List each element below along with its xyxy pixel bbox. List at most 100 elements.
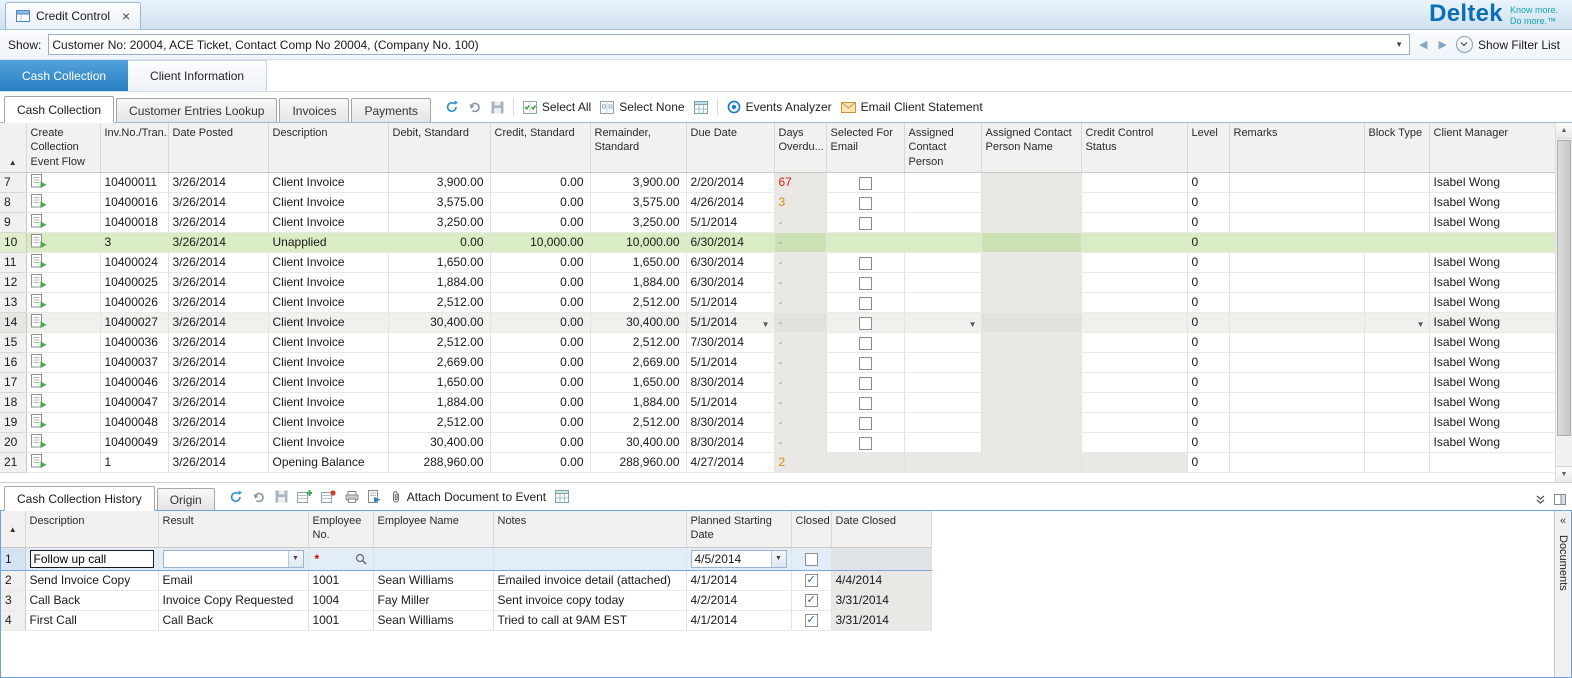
cell-assigned-contact-person-name[interactable] <box>981 232 1081 252</box>
cell-due-date[interactable]: 8/30/2014▼ <box>686 372 774 392</box>
cell-create-event-flow[interactable] <box>26 412 100 432</box>
history-grid-corner[interactable]: ▲ <box>1 511 25 547</box>
select-none-button[interactable]: Select None <box>600 100 684 114</box>
row-number[interactable]: 20 <box>0 432 26 452</box>
create-event-flow-icon[interactable] <box>31 454 47 468</box>
cell-description[interactable]: Client Invoice <box>268 352 388 372</box>
date-combobox[interactable]: 4/5/2014▼ <box>691 550 787 568</box>
cell-remarks[interactable] <box>1229 312 1364 332</box>
cell-inv-no[interactable]: 10400024 <box>100 252 168 272</box>
create-event-flow-icon[interactable] <box>31 254 47 268</box>
main-grid-col-header[interactable]: Assigned Contact Person Name <box>981 123 1081 172</box>
cell-date-posted[interactable]: 3/26/2014 <box>168 392 268 412</box>
cell-inv-no[interactable]: 10400048 <box>100 412 168 432</box>
cell-credit-control-status[interactable] <box>1081 432 1187 452</box>
cell-result[interactable]: ▼ <box>158 547 308 570</box>
cell-due-date[interactable]: 5/1/2014▼ <box>686 352 774 372</box>
row-number[interactable]: 18 <box>0 392 26 412</box>
cell-debit[interactable]: 2,512.00 <box>388 292 490 312</box>
cell-selected-for-email[interactable] <box>826 292 904 312</box>
refresh-icon[interactable] <box>445 100 459 114</box>
cell-days-overdue[interactable]: 67 <box>774 172 826 192</box>
main-grid-col-header[interactable]: Remarks <box>1229 123 1364 172</box>
cell-assigned-contact-person-name[interactable] <box>981 392 1081 412</box>
cell-date-posted[interactable]: 3/26/2014 <box>168 272 268 292</box>
cell-description[interactable]: Unapplied <box>268 232 388 252</box>
cell-client-manager[interactable]: Isabel Wong <box>1429 252 1555 272</box>
cell-create-event-flow[interactable] <box>26 292 100 312</box>
cell-client-manager[interactable]: Isabel Wong <box>1429 352 1555 372</box>
cell-level[interactable]: 0 <box>1187 332 1229 352</box>
export-icon[interactable] <box>368 490 381 503</box>
tab-client-information[interactable]: Client Information <box>128 60 267 91</box>
invoice-row[interactable]: 9104000183/26/2014Client Invoice3,250.00… <box>0 212 1555 232</box>
cell-assigned-contact-person[interactable]: ▼ <box>904 332 981 352</box>
cell-inv-no[interactable]: 3 <box>100 232 168 252</box>
due-date-dropdown-icon[interactable]: ▼ <box>762 320 770 329</box>
cell-remainder[interactable]: 1,884.00 <box>590 392 686 412</box>
cell-client-manager[interactable]: Isabel Wong <box>1429 172 1555 192</box>
scroll-up-icon[interactable]: ▲ <box>1556 123 1572 139</box>
cell-level[interactable]: 0 <box>1187 412 1229 432</box>
cell-credit-control-status[interactable] <box>1081 372 1187 392</box>
attach-document-button[interactable]: Attach Document to Event <box>390 490 546 504</box>
cell-due-date[interactable]: 6/30/2014▼ <box>686 272 774 292</box>
cell-remainder[interactable]: 10,000.00 <box>590 232 686 252</box>
cell-inv-no[interactable]: 10400047 <box>100 392 168 412</box>
cell-credit[interactable]: 0.00 <box>490 452 590 472</box>
cell-block-type[interactable]: ▼ <box>1364 212 1429 232</box>
cell-level[interactable]: 0 <box>1187 452 1229 472</box>
tab-cash-collection-history[interactable]: Cash Collection History <box>4 486 155 511</box>
cell-block-type[interactable]: ▼ <box>1364 232 1429 252</box>
cell-days-overdue[interactable]: - <box>774 372 826 392</box>
cell-debit[interactable]: 1,650.00 <box>388 252 490 272</box>
cell-level[interactable]: 0 <box>1187 312 1229 332</box>
main-grid-col-header[interactable]: Block Type <box>1364 123 1429 172</box>
cell-selected-for-email[interactable] <box>826 372 904 392</box>
cell-credit[interactable]: 0.00 <box>490 292 590 312</box>
main-grid-col-header[interactable]: Selected For Email <box>826 123 904 172</box>
cell-inv-no[interactable]: 1 <box>100 452 168 472</box>
cell-block-type[interactable]: ▼ <box>1364 432 1429 452</box>
cell-description[interactable]: Client Invoice <box>268 192 388 212</box>
main-grid-col-header[interactable]: Remainder, Standard <box>590 123 686 172</box>
cell-level[interactable]: 0 <box>1187 432 1229 452</box>
cell-block-type[interactable]: ▼ <box>1364 332 1429 352</box>
cell-remarks[interactable] <box>1229 212 1364 232</box>
cell-days-overdue[interactable]: - <box>774 232 826 252</box>
cell-remainder[interactable]: 3,575.00 <box>590 192 686 212</box>
cell-days-overdue[interactable]: - <box>774 412 826 432</box>
cell-date-posted[interactable]: 3/26/2014 <box>168 312 268 332</box>
cell-debit[interactable]: 0.00 <box>388 232 490 252</box>
tab-cash-collection[interactable]: Cash Collection <box>0 60 128 91</box>
closed-checkbox[interactable] <box>805 614 818 627</box>
cell-due-date[interactable]: 8/30/2014▼ <box>686 412 774 432</box>
cell-date-posted[interactable]: 3/26/2014 <box>168 192 268 212</box>
row-number[interactable]: 15 <box>0 332 26 352</box>
refresh-icon[interactable] <box>229 490 243 504</box>
cell-assigned-contact-person-name[interactable] <box>981 332 1081 352</box>
cell-days-overdue[interactable]: - <box>774 392 826 412</box>
cell-block-type[interactable]: ▼ <box>1364 252 1429 272</box>
tab-invoices[interactable]: Invoices <box>279 98 349 122</box>
cell-block-type[interactable]: ▼ <box>1364 272 1429 292</box>
cell-days-overdue[interactable]: - <box>774 332 826 352</box>
cell-credit[interactable]: 0.00 <box>490 412 590 432</box>
cell-planned-date[interactable]: 4/2/2014 <box>686 590 791 610</box>
cell-create-event-flow[interactable] <box>26 332 100 352</box>
cell-date-posted[interactable]: 3/26/2014 <box>168 432 268 452</box>
date-dropdown-icon[interactable]: ▼ <box>771 551 786 567</box>
cell-planned-date[interactable]: 4/5/2014▼ <box>686 547 791 570</box>
cell-assigned-contact-person-name[interactable] <box>981 412 1081 432</box>
cell-days-overdue[interactable]: - <box>774 252 826 272</box>
cell-days-overdue[interactable]: - <box>774 292 826 312</box>
cell-level[interactable]: 0 <box>1187 212 1229 232</box>
cell-days-overdue[interactable]: - <box>774 212 826 232</box>
create-event-flow-icon[interactable] <box>31 294 47 308</box>
cell-date-posted[interactable]: 3/26/2014 <box>168 452 268 472</box>
cell-create-event-flow[interactable] <box>26 192 100 212</box>
main-grid-col-header[interactable]: Inv.No./Tran... <box>100 123 168 172</box>
collapse-pane-icon[interactable] <box>1535 495 1546 505</box>
cell-remainder[interactable]: 1,650.00 <box>590 372 686 392</box>
row-number[interactable]: 9 <box>0 212 26 232</box>
